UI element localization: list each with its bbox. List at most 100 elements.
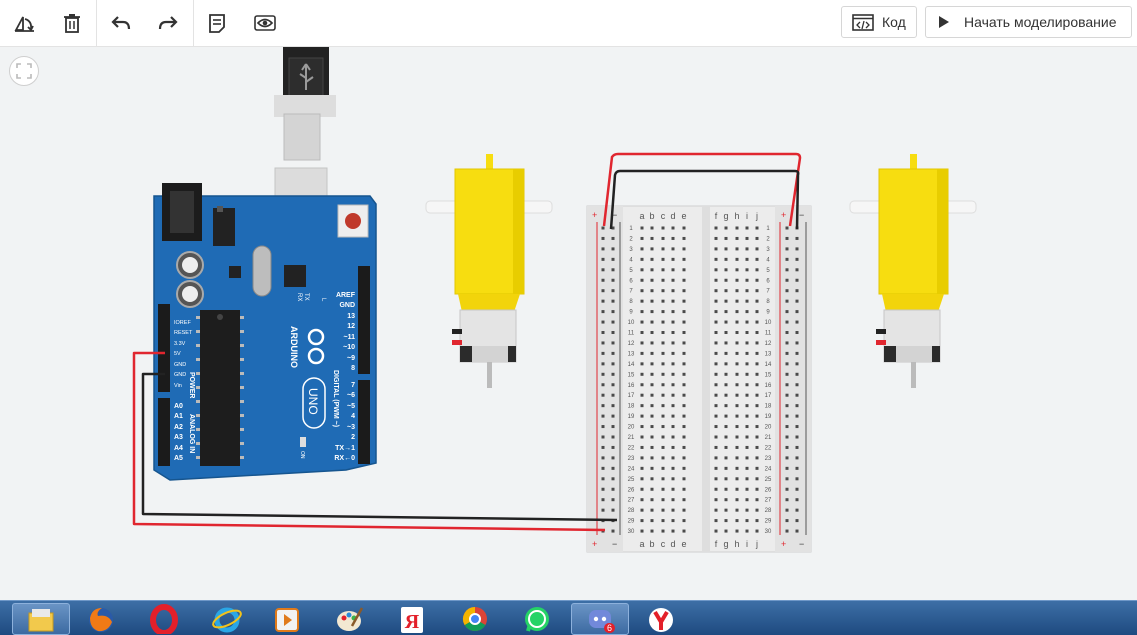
- breadboard-hole[interactable]: [785, 236, 789, 240]
- breadboard-hole[interactable]: [745, 299, 749, 303]
- breadboard-hole[interactable]: [735, 487, 739, 491]
- breadboard-hole[interactable]: [682, 508, 686, 512]
- breadboard-hole[interactable]: [755, 247, 759, 251]
- breadboard-hole[interactable]: [795, 257, 799, 261]
- breadboard-hole[interactable]: [671, 425, 675, 429]
- breadboard-hole[interactable]: [671, 278, 675, 282]
- breadboard-hole[interactable]: [682, 487, 686, 491]
- breadboard-hole[interactable]: [785, 498, 789, 502]
- breadboard-hole[interactable]: [795, 236, 799, 240]
- breadboard-hole[interactable]: [661, 508, 665, 512]
- breadboard-hole[interactable]: [795, 487, 799, 491]
- breadboard-hole[interactable]: [755, 289, 759, 293]
- breadboard-hole[interactable]: [671, 456, 675, 460]
- breadboard-hole[interactable]: [601, 466, 605, 470]
- breadboard-hole[interactable]: [785, 289, 789, 293]
- breadboard-hole[interactable]: [611, 351, 615, 355]
- breadboard-hole[interactable]: [661, 341, 665, 345]
- breadboard-hole[interactable]: [682, 414, 686, 418]
- breadboard-hole[interactable]: [611, 508, 615, 512]
- breadboard-hole[interactable]: [611, 268, 615, 272]
- breadboard-hole[interactable]: [795, 299, 799, 303]
- dc-motor-1[interactable]: [425, 154, 553, 388]
- breadboard-hole[interactable]: [661, 236, 665, 240]
- breadboard-hole[interactable]: [611, 466, 615, 470]
- breadboard-hole[interactable]: [682, 372, 686, 376]
- dc-motor-2[interactable]: [849, 154, 977, 388]
- breadboard-hole[interactable]: [785, 487, 789, 491]
- breadboard-hole[interactable]: [785, 435, 789, 439]
- breadboard-hole[interactable]: [745, 372, 749, 376]
- breadboard-hole[interactable]: [714, 247, 718, 251]
- breadboard-hole[interactable]: [714, 498, 718, 502]
- breadboard-hole[interactable]: [640, 320, 644, 324]
- breadboard-hole[interactable]: [724, 383, 728, 387]
- breadboard-hole[interactable]: [724, 331, 728, 334]
- breadboard-hole[interactable]: [601, 404, 605, 408]
- taskbar-internet-explorer[interactable]: [198, 603, 256, 635]
- breadboard-hole[interactable]: [601, 341, 605, 345]
- breadboard-hole[interactable]: [640, 393, 644, 397]
- breadboard-hole[interactable]: [640, 289, 644, 293]
- breadboard-hole[interactable]: [671, 236, 675, 240]
- breadboard-hole[interactable]: [755, 519, 759, 523]
- breadboard-hole[interactable]: [735, 456, 739, 460]
- breadboard-hole[interactable]: [682, 320, 686, 324]
- breadboard-hole[interactable]: [682, 383, 686, 387]
- breadboard-hole[interactable]: [785, 414, 789, 418]
- breadboard-hole[interactable]: [724, 341, 728, 345]
- breadboard-hole[interactable]: [601, 487, 605, 491]
- breadboard-hole[interactable]: [795, 425, 799, 429]
- breadboard-hole[interactable]: [745, 257, 749, 261]
- breadboard-hole[interactable]: [795, 320, 799, 324]
- breadboard-hole[interactable]: [714, 331, 718, 334]
- breadboard-hole[interactable]: [785, 519, 789, 523]
- breadboard-hole[interactable]: [714, 362, 718, 366]
- breadboard-hole[interactable]: [611, 372, 615, 376]
- breadboard-hole[interactable]: [661, 289, 665, 293]
- breadboard-hole[interactable]: [755, 351, 759, 355]
- breadboard-hole[interactable]: [724, 247, 728, 251]
- breadboard-hole[interactable]: [795, 341, 799, 345]
- breadboard-hole[interactable]: [745, 508, 749, 512]
- breadboard-hole[interactable]: [745, 477, 749, 481]
- breadboard-hole[interactable]: [735, 372, 739, 376]
- undo-button[interactable]: [104, 6, 138, 40]
- breadboard-hole[interactable]: [650, 372, 654, 376]
- breadboard-hole[interactable]: [795, 331, 799, 334]
- breadboard-hole[interactable]: [755, 310, 759, 314]
- breadboard-hole[interactable]: [682, 226, 686, 230]
- arduino-uno-board[interactable]: IOREF RESET 3.3V 5V GND GND Vin POWER A0…: [153, 183, 377, 481]
- breadboard-hole[interactable]: [785, 268, 789, 272]
- breadboard-hole[interactable]: [785, 351, 789, 355]
- breadboard-hole[interactable]: [682, 477, 686, 481]
- breadboard-hole[interactable]: [601, 310, 605, 314]
- breadboard-hole[interactable]: [640, 372, 644, 376]
- breadboard-hole[interactable]: [650, 508, 654, 512]
- taskbar-explorer[interactable]: [12, 603, 70, 635]
- breadboard-hole[interactable]: [671, 310, 675, 314]
- breadboard-hole[interactable]: [601, 393, 605, 397]
- breadboard-hole[interactable]: [671, 383, 675, 387]
- breadboard-hole[interactable]: [755, 456, 759, 460]
- breadboard-hole[interactable]: [601, 508, 605, 512]
- breadboard-hole[interactable]: [661, 362, 665, 366]
- breadboard-hole[interactable]: [785, 477, 789, 481]
- breadboard-hole[interactable]: [755, 257, 759, 261]
- breadboard-hole[interactable]: [755, 362, 759, 366]
- breadboard-hole[interactable]: [601, 477, 605, 481]
- breadboard-hole[interactable]: [611, 393, 615, 397]
- breadboard-hole[interactable]: [745, 278, 749, 282]
- breadboard-hole[interactable]: [671, 341, 675, 345]
- breadboard-hole[interactable]: [714, 351, 718, 355]
- breadboard-hole[interactable]: [661, 257, 665, 261]
- breadboard-hole[interactable]: [785, 508, 789, 512]
- breadboard-hole[interactable]: [601, 257, 605, 261]
- breadboard-hole[interactable]: [735, 414, 739, 418]
- breadboard-hole[interactable]: [671, 477, 675, 481]
- breadboard-hole[interactable]: [640, 341, 644, 345]
- taskbar-firefox[interactable]: [72, 603, 130, 635]
- breadboard-hole[interactable]: [601, 247, 605, 251]
- breadboard-hole[interactable]: [611, 456, 615, 460]
- breadboard-hole[interactable]: [724, 519, 728, 523]
